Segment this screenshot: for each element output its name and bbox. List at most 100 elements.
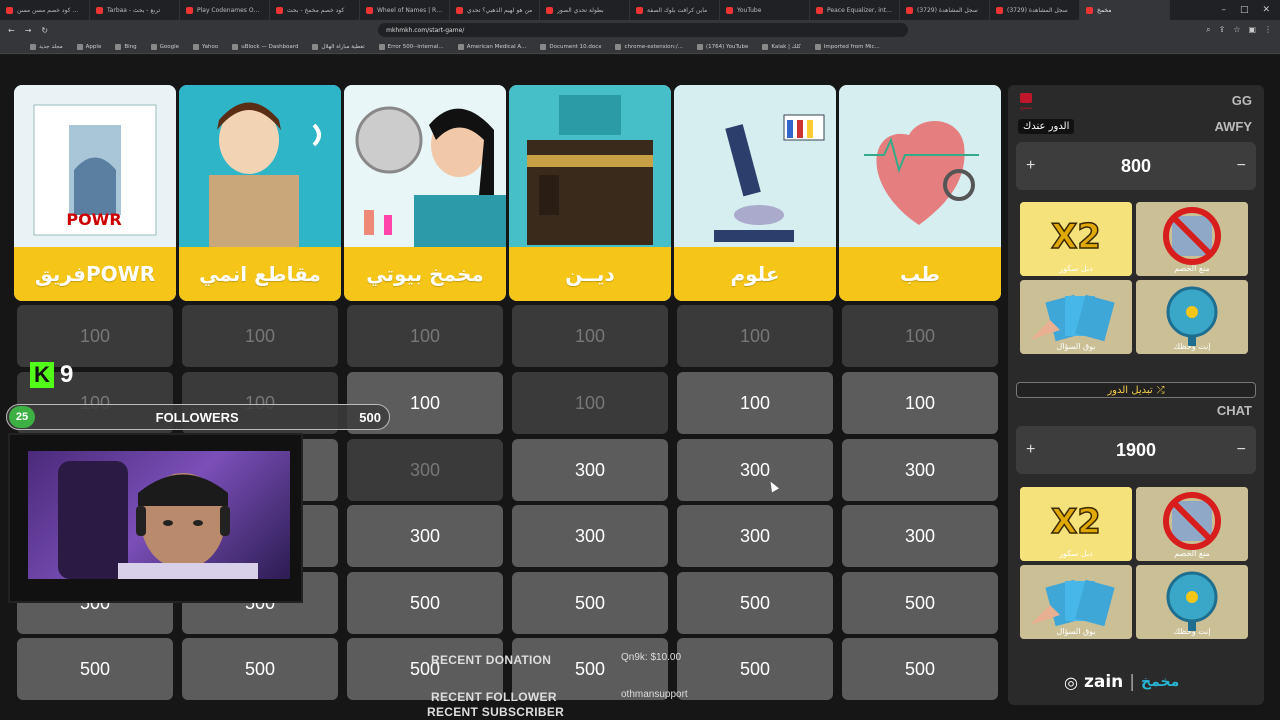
category-label: علوم <box>674 247 836 301</box>
lifeline-cards-button[interactable]: بوق السؤال <box>1020 565 1132 639</box>
question-tile[interactable]: 300 <box>677 505 833 567</box>
lifeline-wheel-button[interactable]: إنت وحظك <box>1136 280 1248 354</box>
share-icon[interactable]: ⇪ <box>1219 25 1226 35</box>
question-tile[interactable]: 500 <box>677 638 833 700</box>
bookmark-icon <box>150 43 157 50</box>
question-tile[interactable]: 100 <box>842 372 998 434</box>
category-microscope-image <box>674 85 836 247</box>
question-tile[interactable]: 500 <box>182 638 338 700</box>
bookmark-label: Google <box>159 43 180 50</box>
browser-tab[interactable]: كود خصم مخمخ - بحث <box>270 0 360 20</box>
streamer-image <box>58 461 258 579</box>
lifeline-cards-button[interactable]: بوق السؤال <box>1020 280 1132 354</box>
lifeline-x2-button[interactable]: X2 دبل سكور <box>1020 487 1132 561</box>
question-tile[interactable]: 500 <box>512 572 668 634</box>
browser-tab[interactable]: بطولة تحدي الصور <box>540 0 630 20</box>
bookmark-item[interactable]: (1764) YouTube <box>696 43 748 50</box>
url-input[interactable]: mkhmkh.com/start-game/ <box>378 23 909 37</box>
category-label: فريقPOWR <box>14 247 176 301</box>
bookmark-item[interactable]: Apple <box>76 43 101 50</box>
menu-icon[interactable]: ⋮ <box>1264 25 1272 35</box>
team1-minus-button[interactable]: − <box>1237 157 1246 175</box>
bookmark-item[interactable]: Imported from Mic... <box>814 43 880 50</box>
question-tile[interactable]: 500 <box>347 572 503 634</box>
tab-title: Wheel of Names | Rand <box>377 6 443 14</box>
back-icon[interactable]: ← <box>8 26 15 35</box>
question-tile[interactable]: 300 <box>677 439 833 501</box>
lifeline-x2-button[interactable]: X2 دبل سكور <box>1020 202 1132 276</box>
kick-logo-icon: K <box>30 362 54 388</box>
question-tile[interactable]: 300 <box>347 505 503 567</box>
reload-icon[interactable]: ↻ <box>41 26 48 35</box>
extensions-icon[interactable]: ▣ <box>1248 25 1256 35</box>
browser-tab[interactable]: Play Codenames Online <box>180 0 270 20</box>
browser-tab[interactable]: ماين كرافت بلوك الصفة <box>630 0 720 20</box>
browser-tab[interactable]: مخمخ <box>1080 0 1170 20</box>
bookmark-item[interactable]: Document 10.docx <box>540 43 601 50</box>
question-tile[interactable]: 500 <box>842 572 998 634</box>
zoom-icon[interactable]: ⌕ <box>1206 25 1210 35</box>
switch-turn-button[interactable]: تبديل الدور ⤮ <box>1016 382 1256 398</box>
bookmark-item[interactable]: uBlock — Dashboard <box>232 43 299 50</box>
browser-tab[interactable]: من هو لهيم الذهبي؟ تحدي <box>450 0 540 20</box>
bookmark-icon <box>312 43 319 50</box>
question-tile[interactable]: 500 <box>17 638 173 700</box>
lifeline-caption: بوق السؤال <box>1056 627 1096 636</box>
bookmark-item[interactable]: Bing <box>115 43 137 50</box>
bookmark-icon <box>76 43 83 50</box>
team1-plus-button[interactable]: + <box>1026 157 1035 175</box>
bookmark-label: Imported from Mic... <box>823 43 880 50</box>
browser-tab[interactable]: Tarbaa - ترىع - بحث <box>90 0 180 20</box>
close-icon[interactable]: ✕ <box>1262 5 1270 15</box>
tab-title: بطولة تحدي الصور <box>557 6 604 14</box>
bookmark-item[interactable]: Google <box>150 43 180 50</box>
bookmark-item[interactable]: Yahoo <box>193 43 218 50</box>
question-tile[interactable]: 300 <box>842 439 998 501</box>
question-tile[interactable]: 300 <box>512 439 668 501</box>
turn-badge: الدور عندك <box>1018 119 1075 134</box>
lifeline-caption: منع الخصم <box>1174 549 1210 558</box>
browser-tab[interactable]: (3729) سجل المشاهدة <box>990 0 1080 20</box>
bookmark-item[interactable]: American Medical A... <box>457 43 526 50</box>
star-icon[interactable]: ☆ <box>1233 25 1240 35</box>
bookmark-item[interactable]: مجلد جديد <box>30 43 63 50</box>
team2-minus-button[interactable]: − <box>1237 441 1246 459</box>
followers-goal: 500 <box>359 409 381 425</box>
bookmark-item[interactable]: Error 500--Internal... <box>378 43 444 50</box>
bookmark-label: uBlock — Dashboard <box>241 43 299 50</box>
maximize-icon[interactable]: □ <box>1240 5 1249 15</box>
bookmark-item[interactable]: تغطية مباراة الهلال <box>312 43 365 50</box>
forward-icon[interactable]: → <box>25 26 32 35</box>
browser-tab[interactable]: (3729) سجل المشاهدة <box>900 0 990 20</box>
bookmark-item[interactable]: Kalak | كلك <box>762 43 801 50</box>
bookmark-icon <box>615 43 622 50</box>
tab-favicon-icon <box>456 6 463 14</box>
question-tile[interactable]: 300 <box>512 505 668 567</box>
team2-score: 1900 <box>1115 439 1157 460</box>
sponsor-divider: | <box>1129 672 1135 692</box>
k-count: 9 <box>60 361 74 388</box>
panel-logo-text: GG <box>1231 93 1252 108</box>
question-tile[interactable]: 100 <box>677 372 833 434</box>
tab-title: ماين كرافت بلوك الصفة <box>647 6 708 14</box>
recent-follower-label: RECENT FOLLOWER <box>431 690 557 704</box>
bookmark-item[interactable]: chrome-extension:/... <box>615 43 683 50</box>
lifeline-block-button[interactable]: منع الخصم <box>1136 202 1248 276</box>
browser-tab[interactable]: Peace Equalizer, interfa <box>810 0 900 20</box>
bookmark-icon <box>814 43 821 50</box>
shuffle-icon: ⤮ <box>1156 384 1165 396</box>
browser-tab[interactable]: YouTube <box>720 0 810 20</box>
tab-title: كود خصم مخمخ - بحث <box>287 6 345 14</box>
browser-tab[interactable]: كود خصم مسن مسن ... <box>0 0 90 20</box>
question-tile[interactable]: 500 <box>842 638 998 700</box>
lifeline-wheel-button[interactable]: إنت وحظك <box>1136 565 1248 639</box>
lifeline-block-button[interactable]: منع الخصم <box>1136 487 1248 561</box>
minimize-icon[interactable]: – <box>1221 5 1226 15</box>
question-tile[interactable]: 300 <box>842 505 998 567</box>
bookmark-label: Kalak | كلك <box>771 43 801 50</box>
question-tile[interactable]: 500 <box>677 572 833 634</box>
browser-tab[interactable]: Wheel of Names | Rand <box>360 0 450 20</box>
bookmark-icon <box>30 43 36 50</box>
category-label: ديــن <box>509 247 671 301</box>
team2-plus-button[interactable]: + <box>1026 441 1035 459</box>
